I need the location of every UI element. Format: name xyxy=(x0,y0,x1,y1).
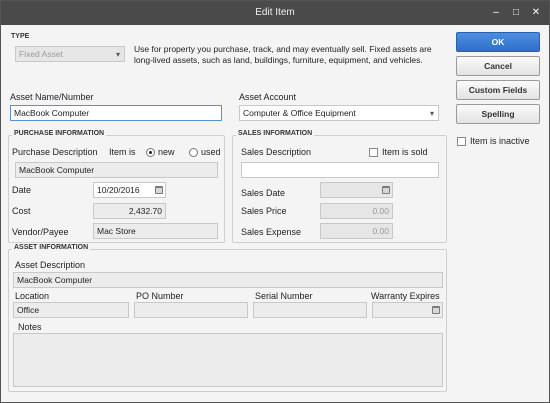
sales-price-label: Sales Price xyxy=(241,206,287,216)
used-radio[interactable] xyxy=(189,148,198,157)
item-is-label: Item is xyxy=(109,147,136,157)
maximize-icon[interactable]: □ xyxy=(509,4,523,22)
purchase-date-input[interactable]: 10/20/2016 xyxy=(93,182,166,198)
asset-account-select[interactable]: Computer & Office Equipment ▾ xyxy=(239,105,439,121)
edit-item-window: Edit Item – □ ✕ TYPE Fixed Asset ▾ Use f… xyxy=(0,0,550,403)
chevron-down-icon: ▾ xyxy=(429,109,434,118)
notes-label: Notes xyxy=(18,322,42,332)
purchase-group-label: PURCHASE INFORMATION xyxy=(12,130,107,137)
po-number-input[interactable] xyxy=(134,302,248,318)
vendor-payee-input[interactable]: Mac Store xyxy=(93,223,218,239)
calendar-icon[interactable] xyxy=(382,186,390,194)
custom-fields-button[interactable]: Custom Fields xyxy=(456,80,540,100)
sales-date-label: Sales Date xyxy=(241,188,286,198)
type-select-value: Fixed Asset xyxy=(19,49,63,59)
close-icon[interactable]: ✕ xyxy=(529,4,543,22)
asset-description-label: Asset Description xyxy=(15,260,86,270)
location-label: Location xyxy=(15,291,50,301)
asset-name-input[interactable]: MacBook Computer xyxy=(10,105,222,121)
window-title: Edit Item xyxy=(255,7,295,18)
cancel-button[interactable]: Cancel xyxy=(456,56,540,76)
new-radio[interactable] xyxy=(146,148,155,157)
calendar-icon[interactable] xyxy=(432,306,440,314)
sales-expense-label: Sales Expense xyxy=(241,227,302,237)
asset-account-label: Asset Account xyxy=(239,92,297,102)
purchase-description-input[interactable]: MacBook Computer xyxy=(15,162,218,178)
spelling-button[interactable]: Spelling xyxy=(456,104,540,124)
asset-name-label: Asset Name/Number xyxy=(10,92,94,102)
sales-price-input[interactable]: 0.00 xyxy=(320,203,393,219)
asset-group-label: ASSET INFORMATION xyxy=(12,244,91,251)
cost-label: Cost xyxy=(12,206,31,216)
title-bar[interactable]: Edit Item – □ ✕ xyxy=(1,1,549,25)
type-group-label: TYPE xyxy=(11,33,30,40)
purchase-description-label: Purchase Description xyxy=(12,147,98,157)
sales-description-label: Sales Description xyxy=(241,147,312,157)
item-is-sold-label: Item is sold xyxy=(382,147,428,157)
vendor-payee-label: Vendor/Payee xyxy=(12,227,69,237)
sales-description-input[interactable] xyxy=(241,162,439,178)
sales-expense-input[interactable]: 0.00 xyxy=(320,223,393,239)
window-controls: – □ ✕ xyxy=(489,4,543,22)
po-number-label: PO Number xyxy=(136,291,184,301)
notes-textarea[interactable] xyxy=(13,333,443,387)
warranty-expires-input[interactable] xyxy=(372,302,443,318)
item-is-sold-checkbox[interactable] xyxy=(369,148,378,157)
sales-group-label: SALES INFORMATION xyxy=(236,130,315,137)
calendar-icon[interactable] xyxy=(155,186,163,194)
serial-number-label: Serial Number xyxy=(255,291,313,301)
minimize-icon[interactable]: – xyxy=(489,4,503,22)
type-select[interactable]: Fixed Asset ▾ xyxy=(15,46,125,62)
chevron-down-icon: ▾ xyxy=(115,50,120,59)
purchase-date-value: 10/20/2016 xyxy=(97,185,140,195)
type-description: Use for property you purchase, track, an… xyxy=(134,44,432,65)
ok-button[interactable]: OK xyxy=(456,32,540,52)
item-is-inactive-label: Item is inactive xyxy=(470,136,530,146)
serial-number-input[interactable] xyxy=(253,302,367,318)
used-radio-label: used xyxy=(201,147,221,157)
warranty-expires-label: Warranty Expires xyxy=(371,291,440,301)
sales-date-input[interactable] xyxy=(320,182,393,198)
asset-account-value: Computer & Office Equipment xyxy=(243,108,356,118)
new-radio-label: new xyxy=(158,147,175,157)
cost-input[interactable]: 2,432.70 xyxy=(93,203,166,219)
item-is-inactive-checkbox[interactable] xyxy=(457,137,466,146)
date-label: Date xyxy=(12,185,32,195)
location-input[interactable]: Office xyxy=(13,302,129,318)
asset-description-input[interactable]: MacBook Computer xyxy=(13,272,443,288)
